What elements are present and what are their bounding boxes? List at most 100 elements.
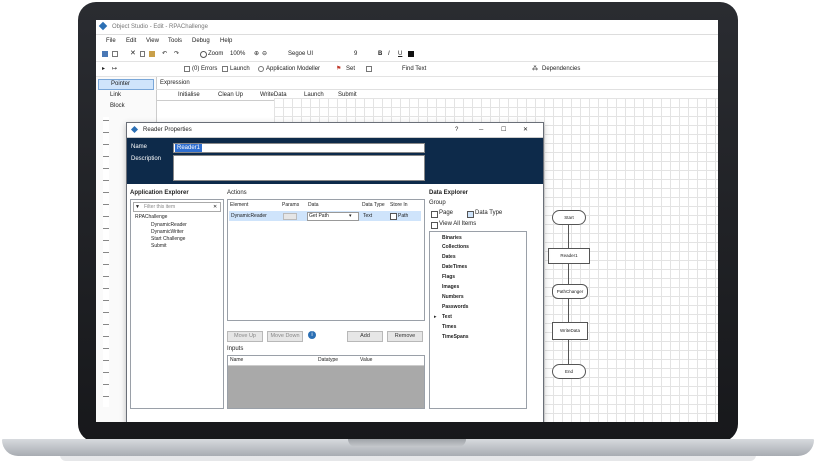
tool-pointer-label: Pointer [111, 81, 131, 87]
save-icon[interactable] [102, 51, 108, 57]
font-size[interactable]: 9 [354, 50, 357, 58]
dialog-logo-icon [130, 125, 139, 134]
expand-icon[interactable]: ▸ [434, 313, 437, 321]
font-name[interactable]: Segoe UI [288, 50, 313, 58]
menu-edit[interactable]: Edit [126, 37, 136, 45]
list-item[interactable]: Flags [442, 273, 455, 281]
inputs-body [228, 366, 424, 408]
close-icon[interactable]: ✕ [523, 126, 528, 134]
zoom-out-icon[interactable]: ⊖ [262, 50, 267, 58]
tree-item[interactable]: Submit [151, 242, 167, 250]
col-element: Element [230, 202, 249, 208]
actions-title: Actions [227, 190, 247, 196]
reader-properties-dialog: Reader Properties ? ─ ☐ ✕ Name Reader1 D… [126, 122, 544, 422]
tab-clean-up[interactable]: Clean Up [218, 91, 243, 99]
bold-button[interactable]: B [378, 50, 382, 58]
step-icon[interactable]: ↦ [112, 65, 117, 73]
toolbar-actions: ▸ ↦ (0) Errors Launch Application Modell… [96, 63, 718, 77]
copy-icon[interactable] [140, 51, 145, 57]
dialog-title: Reader Properties [143, 127, 192, 133]
chevron-down-icon: ▾ [349, 213, 352, 219]
page-checkbox[interactable] [431, 211, 438, 218]
launch-button[interactable]: Launch [230, 65, 250, 73]
list-item[interactable]: Dates [442, 253, 456, 261]
tab-initialise[interactable]: Initialise [178, 91, 200, 99]
underline-button[interactable]: U [398, 50, 402, 58]
flow-start[interactable]: Start [552, 210, 586, 225]
cut-icon[interactable]: ✕ [130, 50, 136, 58]
view-all-checkbox[interactable] [431, 222, 438, 229]
zoom-value[interactable]: 100% [230, 50, 245, 58]
actions-table: Element Params Data Data Type Store In D… [227, 199, 425, 321]
menu-debug[interactable]: Debug [192, 37, 210, 45]
menu-tools[interactable]: Tools [168, 37, 182, 45]
print-icon[interactable] [112, 51, 118, 57]
flow-step-pathchanger[interactable]: PathChanger [552, 284, 588, 299]
color-swatch[interactable] [408, 51, 414, 57]
zoom-in-icon[interactable]: ⊕ [254, 50, 259, 58]
errors-label[interactable]: (0) Errors [192, 65, 217, 73]
app-logo-icon [98, 21, 108, 31]
list-item[interactable]: Images [442, 283, 459, 291]
tool-link-label[interactable]: Link [110, 91, 121, 99]
filter-input[interactable]: ▼ Filter this item ✕ [133, 202, 221, 212]
filter-icon: ▼ [135, 204, 140, 210]
menu-view[interactable]: View [146, 37, 159, 45]
row-element: DynamicReader [231, 213, 267, 219]
minimize-icon[interactable]: ─ [479, 126, 483, 134]
menu-file[interactable]: File [106, 37, 116, 45]
datatype-checkbox-label: Data Type [475, 210, 503, 216]
table-row[interactable]: DynamicReader Get Path ▾ Text Path [229, 211, 421, 221]
list-item[interactable]: Times [442, 323, 456, 331]
app-modeller-button[interactable]: Application Modeller [266, 65, 320, 73]
toolbar-format: ✕ ↶ ↷ Zoom 100% ⊕ ⊖ Segoe UI 9 B I U [96, 48, 718, 62]
move-up-button[interactable]: Move Up [227, 331, 263, 342]
menu-help[interactable]: Help [220, 37, 232, 45]
menu-bar: File Edit View Tools Debug Help [96, 35, 718, 46]
description-field[interactable] [173, 155, 425, 181]
datatype-checkbox[interactable] [467, 211, 474, 218]
list-item[interactable]: Binaries [442, 234, 462, 242]
play-icon[interactable]: ▸ [102, 65, 105, 73]
col-params: Params [282, 202, 300, 208]
expression-bar: Expression [156, 78, 718, 90]
list-item[interactable]: Collections [442, 243, 469, 251]
inputs-col-value: Value [360, 357, 373, 363]
italic-button[interactable]: I [388, 50, 390, 58]
list-item[interactable]: DateTimes [442, 263, 467, 271]
row-data: Get Path [309, 213, 329, 219]
list-item[interactable]: Passwords [442, 303, 468, 311]
dialog-help-button[interactable]: ? [455, 126, 458, 134]
remove-button[interactable]: Remove [387, 331, 423, 342]
name-field[interactable]: Reader1 [173, 143, 425, 153]
move-down-button[interactable]: Move Down [267, 331, 303, 342]
tree-root[interactable]: RPAChallenge [135, 213, 167, 221]
redo-icon[interactable]: ↷ [174, 50, 179, 58]
flag-icon[interactable]: ⚑ [336, 65, 341, 73]
dialog-header: Name Reader1 Description [127, 138, 543, 184]
dependencies-button[interactable]: Dependencies [542, 65, 580, 73]
flow-step-writedata[interactable]: WriteData [552, 322, 588, 340]
grid-icon[interactable] [366, 66, 372, 72]
list-item[interactable]: Text [442, 313, 452, 321]
list-item[interactable]: Numbers [442, 293, 464, 301]
flow-reader[interactable]: Reader1 [548, 248, 590, 264]
set-label[interactable]: Set [346, 65, 355, 73]
inputs-title: Inputs [227, 346, 244, 352]
description-label: Description [131, 156, 162, 162]
paste-icon[interactable] [149, 51, 155, 57]
info-icon: i [308, 331, 316, 339]
filter-clear-icon[interactable]: ✕ [213, 203, 217, 211]
row-params-box[interactable] [283, 213, 297, 220]
tool-block-label[interactable]: Block [110, 102, 125, 110]
maximize-icon[interactable]: ☐ [501, 126, 506, 134]
row-store-checkbox[interactable] [390, 213, 397, 220]
find-text-label[interactable]: Find Text [402, 65, 426, 73]
col-datatype: Data Type [362, 202, 385, 208]
add-button[interactable]: Add [347, 331, 383, 342]
undo-icon[interactable]: ↶ [162, 50, 167, 58]
flow-end[interactable]: End [552, 364, 586, 379]
list-item[interactable]: TimeSpans [442, 333, 469, 341]
app-explorer-panel: ▼ Filter this item ✕ RPAChallenge Dynami… [130, 199, 224, 409]
tool-pointer[interactable]: Pointer [98, 79, 154, 90]
